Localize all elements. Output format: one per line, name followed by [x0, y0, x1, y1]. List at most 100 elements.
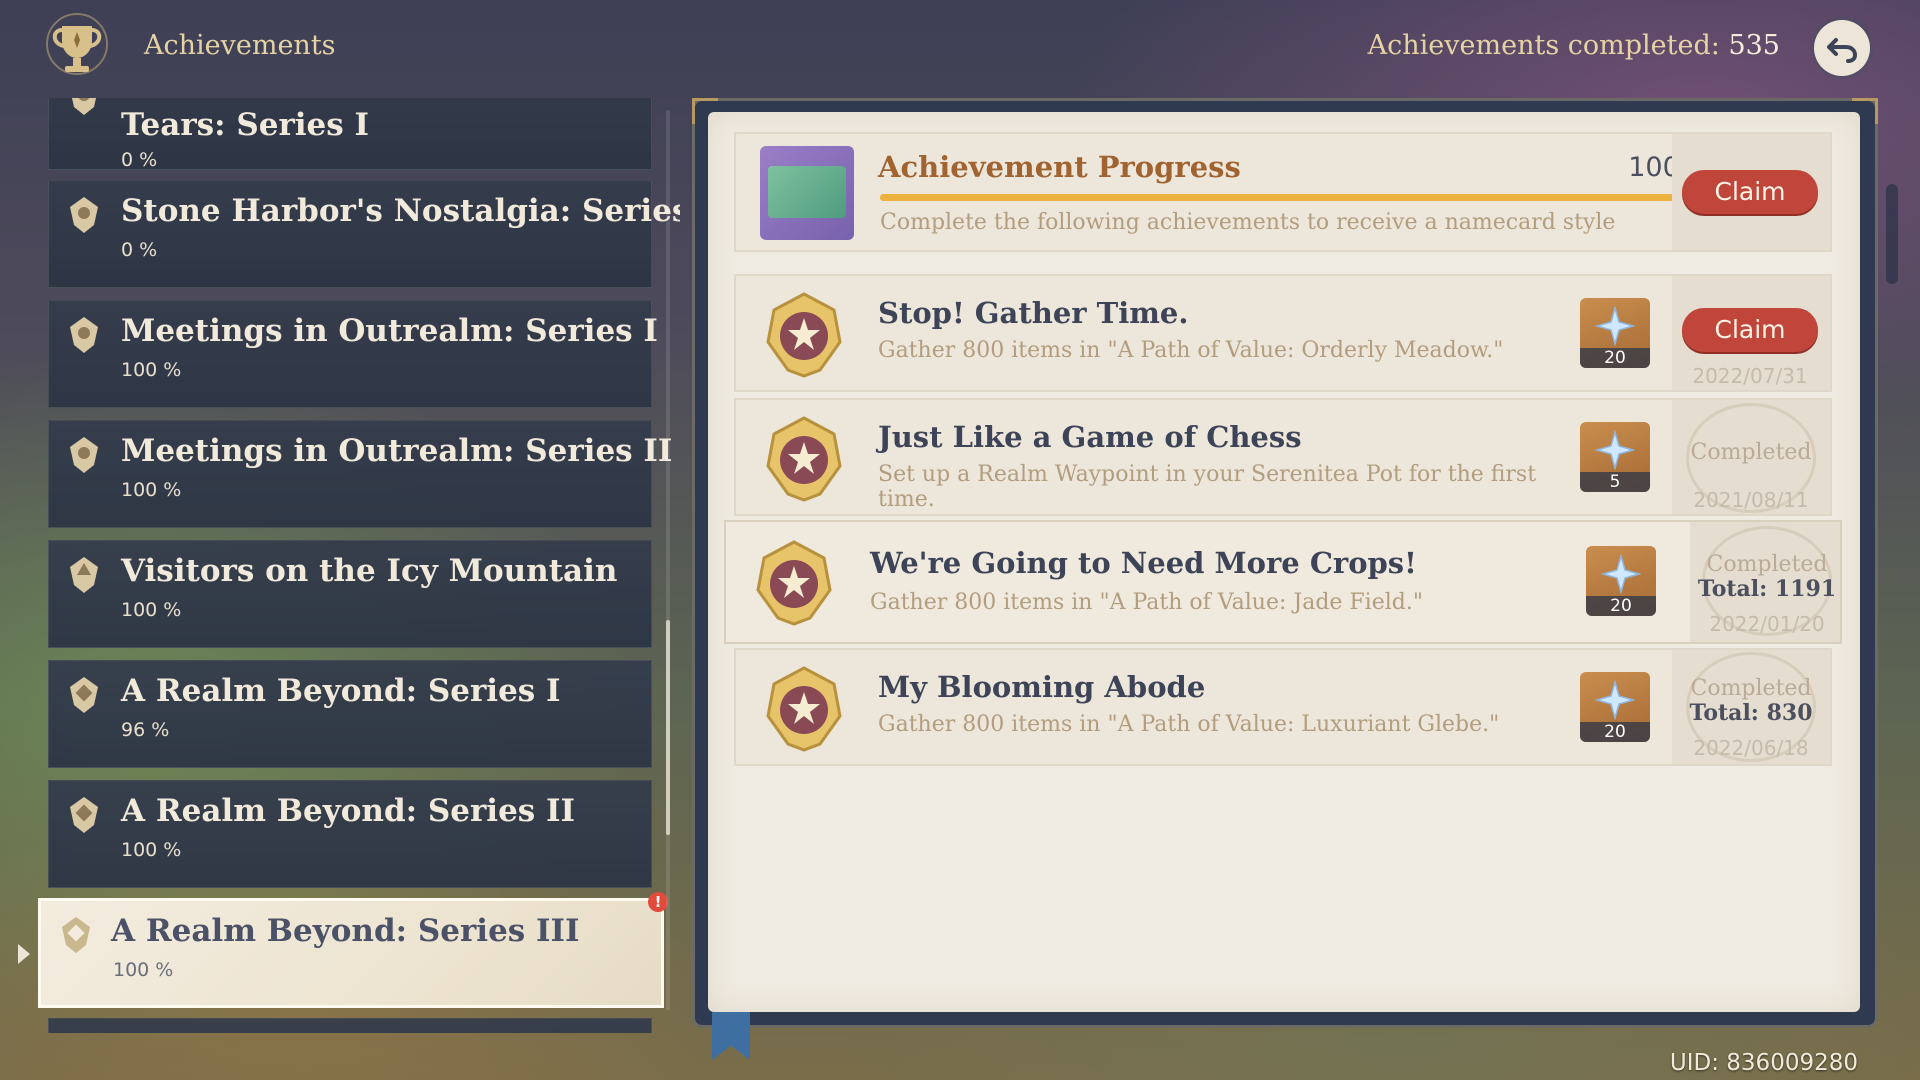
reward-quantity: 20: [1580, 722, 1650, 742]
achievement-date: 2022/06/18: [1693, 736, 1809, 760]
category-item[interactable]: Meetings in Outrealm: Series I 100 %: [48, 300, 658, 408]
page-title: Achievements: [144, 30, 336, 61]
category-name: A Realm Beyond: Series I: [121, 673, 561, 709]
player-uid: UID: 836009280: [1669, 1050, 1858, 1076]
achievement-description: Gather 800 items in "A Path of Value: Lu…: [878, 712, 1500, 737]
category-badge-icon: [70, 437, 98, 473]
category-item[interactable]: Visitors on the Icy Mountain 100 %: [48, 540, 652, 648]
back-arrow-icon: [1827, 38, 1858, 63]
completed-label: Completed: [1690, 440, 1812, 465]
achievement-row: Stop! Gather Time. Gather 800 items in "…: [734, 274, 1832, 392]
completed-label: Completed: [1690, 676, 1812, 701]
completed-label: Completed: [1706, 552, 1828, 577]
primogem-icon: [1595, 306, 1635, 346]
achievement-medal-icon: [766, 292, 842, 378]
category-percent: 100 %: [121, 359, 182, 381]
achievement-date: 2022/01/20: [1709, 612, 1825, 636]
category-badge-icon: [70, 677, 98, 713]
achievement-title: My Blooming Abode: [878, 670, 1206, 704]
reward-primogem: 20: [1580, 672, 1650, 742]
category-name: A Realm Beyond: Series II: [121, 793, 576, 829]
category-item[interactable]: Meetings in Outrealm: Series II 100 %: [48, 420, 672, 528]
category-badge-icon: [70, 317, 98, 353]
progress-description: Complete the following achievements to r…: [880, 210, 1616, 235]
achievement-progress-row: Achievement Progress 100 % Complete the …: [734, 132, 1832, 252]
reward-quantity: 20: [1586, 596, 1656, 616]
reward-primogem: 5: [1580, 422, 1650, 492]
notification-badge: !: [648, 892, 668, 912]
achievement-description: Gather 800 items in "A Path of Value: Ja…: [870, 590, 1423, 615]
reward-primogem: 20: [1580, 298, 1650, 368]
primogem-icon: [1595, 680, 1635, 720]
completed-total: Total: 1191: [1697, 576, 1837, 602]
completed-area: Completed 2021/08/11: [1672, 400, 1830, 514]
claim-area: Claim: [1672, 134, 1830, 250]
primogem-icon: [1595, 430, 1635, 470]
progress-title: Achievement Progress: [878, 150, 1241, 184]
category-item[interactable]: Tears: Series I 0 %: [48, 98, 652, 171]
category-name: A Realm Beyond: Series III: [111, 913, 580, 949]
reward-quantity: 5: [1580, 472, 1650, 492]
completed-area: Completed Total: 1191 2022/01/20: [1690, 522, 1840, 642]
category-badge-icon: [70, 557, 98, 593]
category-percent: 100 %: [121, 479, 182, 501]
achievement-title: We're Going to Need More Crops!: [870, 546, 1417, 580]
achievement-row: Just Like a Game of Chess Set up a Realm…: [734, 398, 1832, 516]
achievement-date: 2022/07/31: [1692, 364, 1808, 388]
category-percent: 100 %: [121, 839, 182, 861]
category-badge-icon: [70, 197, 98, 233]
category-item[interactable]: [48, 1018, 652, 1033]
claim-button[interactable]: Claim: [1682, 170, 1818, 214]
claim-button[interactable]: Claim: [1682, 308, 1818, 352]
category-name: Stone Harbor's Nostalgia: Series I: [121, 193, 680, 229]
category-badge-icon: [72, 98, 96, 115]
selected-indicator-arrow-icon: [18, 944, 30, 964]
achievement-title: Stop! Gather Time.: [878, 296, 1189, 330]
category-percent: 0 %: [121, 239, 158, 261]
side-handle: [1886, 184, 1898, 284]
category-name: Visitors on the Icy Mountain: [121, 553, 618, 589]
completed-area: Completed Total: 830 2022/06/18: [1672, 650, 1830, 764]
category-percent: 100 %: [121, 599, 182, 621]
primogem-icon: [1601, 554, 1641, 594]
achievement-medal-icon: [756, 540, 832, 626]
claim-area: Claim 2022/07/31: [1672, 276, 1830, 390]
progress-bar-fill: [880, 194, 1712, 201]
category-percent: 96 %: [121, 719, 170, 741]
achievements-completed-count: Achievements completed: 535: [1368, 30, 1780, 61]
category-item-selected[interactable]: A Realm Beyond: Series III 100 %: [38, 898, 664, 1008]
category-item[interactable]: A Realm Beyond: Series I 96 %: [48, 660, 652, 768]
namecard-image: [768, 166, 846, 218]
category-item[interactable]: A Realm Beyond: Series II 100 %: [48, 780, 652, 888]
category-percent: 0 %: [121, 149, 158, 171]
back-button[interactable]: [1814, 20, 1870, 76]
category-percent: 100 %: [113, 959, 174, 981]
achievement-medal-icon: [766, 666, 842, 752]
top-bar: Achievements Achievements completed: 535: [0, 0, 1920, 96]
reward-primogem: 20: [1586, 546, 1656, 616]
achievement-row-highlighted: We're Going to Need More Crops! Gather 8…: [724, 520, 1842, 644]
achievement-description: Set up a Realm Waypoint in your Serenite…: [878, 462, 1537, 512]
category-badge-icon: [70, 797, 98, 833]
namecard-reward-icon: [760, 146, 854, 240]
trophy-icon: [46, 13, 108, 75]
category-name: Tears: Series I: [121, 107, 370, 143]
category-badge-icon: [62, 917, 90, 953]
achievement-medal-icon: [766, 416, 842, 502]
category-item[interactable]: Stone Harbor's Nostalgia: Series I 0 %: [48, 180, 680, 288]
completed-label: Achievements completed:: [1367, 30, 1720, 61]
progress-bar: [880, 194, 1712, 201]
scrollbar-thumb[interactable]: [666, 620, 670, 835]
completed-number: 535: [1728, 30, 1780, 61]
reward-quantity: 20: [1580, 348, 1650, 368]
category-name: Meetings in Outrealm: Series II: [121, 433, 673, 469]
achievement-row: My Blooming Abode Gather 800 items in "A…: [734, 648, 1832, 766]
bookmark-ribbon: [712, 1012, 750, 1060]
achievement-date: 2021/08/11: [1693, 488, 1809, 512]
completed-total: Total: 830: [1689, 700, 1813, 726]
scrollbar-track[interactable]: [666, 110, 670, 1010]
achievement-description: Gather 800 items in "A Path of Value: Or…: [878, 338, 1504, 363]
category-name: Meetings in Outrealm: Series I: [121, 313, 658, 349]
achievement-title: Just Like a Game of Chess: [878, 420, 1302, 454]
category-list: Tears: Series I 0 % Stone Harbor's Nosta…: [0, 98, 680, 1033]
